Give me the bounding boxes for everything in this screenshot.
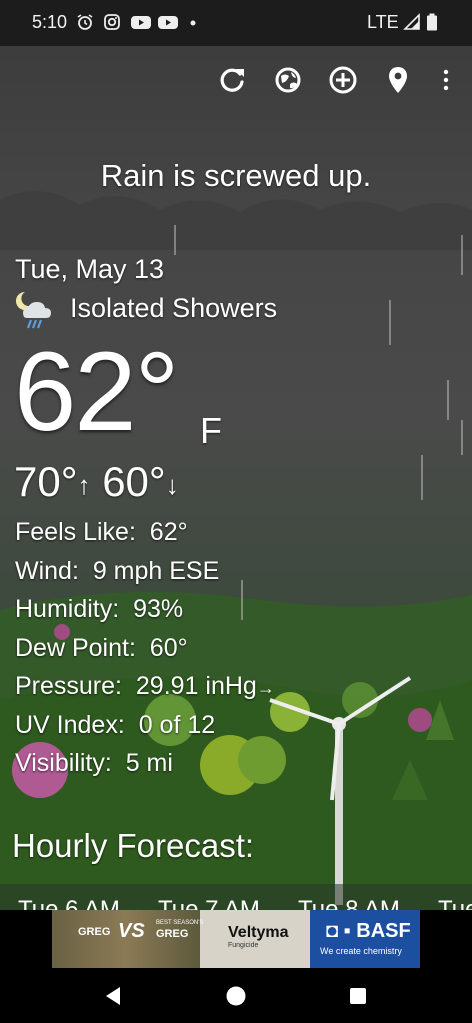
ad-greg-left: GREG (78, 926, 111, 938)
youtube-icon (131, 16, 151, 29)
cloud-layer (0, 191, 472, 250)
condition-text: Isolated Showers (70, 293, 278, 323)
recents-icon[interactable] (346, 984, 370, 1008)
instagram-icon (104, 14, 120, 30)
overflow-menu-icon[interactable] (428, 62, 464, 98)
detail-label: Humidity: (15, 595, 120, 623)
detail-dew-point: Dew Point: 60° (15, 634, 275, 673)
detail-value: 9 mph ESE (92, 556, 220, 585)
forecast-date: Tue, May 13 (15, 254, 165, 284)
hourly-forecast-strip[interactable]: Tue 6 AM Tue 7 AM Tue 8 AM Tue (0, 884, 472, 912)
high-temperature: 70° (14, 458, 78, 505)
low-temperature: 60° (102, 458, 166, 505)
current-temperature: 62° (14, 329, 179, 454)
youtube-icon (158, 16, 178, 29)
status-time: 5:10 (32, 12, 68, 32)
ad-banner-container: GREG VS BEST SEASON'S GREG Veltyma Fungi… (0, 910, 472, 968)
detail-value: 60° (149, 633, 188, 662)
condition-row: Isolated Showers (15, 290, 277, 330)
signal-icon (403, 13, 420, 30)
ad-product-sub: Fungicide (228, 942, 259, 949)
ad-basf-panel: ◘ ▪ BASF We create chemistry i (310, 910, 420, 968)
up-arrow-icon: ↑ (77, 470, 91, 500)
detail-label: Feels Like: (15, 518, 136, 546)
detail-label: UV Index: (15, 710, 125, 739)
detail-value: 62° (149, 518, 188, 546)
detail-visibility: Visibility: 5 mi (15, 749, 275, 788)
detail-label: Visibility: (15, 749, 112, 777)
hourly-forecast-title: Hourly Forecast: (12, 827, 255, 864)
detail-label: Dew Point: (15, 633, 136, 662)
detail-value: 93% (133, 595, 184, 623)
temperature-unit: F (200, 410, 222, 451)
status-bar: 5:10 LTE (0, 0, 472, 46)
radar-icon[interactable] (270, 62, 306, 98)
detail-wind: Wind: 9 mph ESE (15, 557, 275, 596)
pressure-trend-arrow-icon: → (256, 678, 275, 698)
refresh-icon[interactable] (214, 62, 250, 98)
add-location-icon[interactable] (325, 62, 361, 98)
location-pin-icon[interactable] (380, 62, 416, 98)
network-type: LTE (367, 12, 399, 32)
alarm-icon (77, 14, 93, 30)
ad-brand-text: BASF (356, 920, 411, 942)
down-arrow-icon: ↓ (165, 470, 179, 500)
weather-details: Feels Like: 62° Wind: 9 mph ESE Humidity… (15, 518, 275, 788)
banner-message: Rain is screwed up. (100, 158, 372, 193)
detail-value: 0 of 12 (138, 710, 216, 739)
night-showers-icon (15, 291, 51, 329)
detail-uv-index: UV Index: 0 of 12 (15, 711, 275, 750)
detail-label: Wind: (15, 556, 79, 585)
ad-greg-right: GREG (156, 928, 189, 940)
weather-screen: 5:10 LTE Rain is screwed up. Tue, May 13… (0, 0, 472, 1023)
detail-value: 29.91 inHg (135, 672, 257, 700)
high-low-temperature: 70°↑ 60°↓ (14, 458, 179, 506)
ad-product: Veltyma (228, 924, 289, 941)
back-icon[interactable] (102, 984, 126, 1008)
ad-vs: VS (118, 920, 145, 942)
detail-label: Pressure: (15, 672, 122, 700)
battery-icon (427, 13, 437, 31)
ad-brand-tagline: We create chemistry (320, 946, 402, 956)
ad-brand: ◘ ▪ BASF (326, 920, 411, 942)
weather-background-scene (0, 191, 472, 1023)
detail-value: 5 mi (125, 749, 173, 777)
navigation-bar (0, 968, 472, 1023)
ad-banner[interactable]: GREG VS BEST SEASON'S GREG Veltyma Fungi… (52, 910, 420, 968)
detail-pressure: Pressure: 29.91 inHg→ (15, 672, 275, 711)
detail-humidity: Humidity: 93% (15, 595, 275, 634)
home-icon[interactable] (224, 984, 248, 1008)
dot-icon (190, 20, 196, 26)
ad-best-season: BEST SEASON'S (156, 920, 204, 926)
detail-feels-like: Feels Like: 62° (15, 518, 275, 557)
